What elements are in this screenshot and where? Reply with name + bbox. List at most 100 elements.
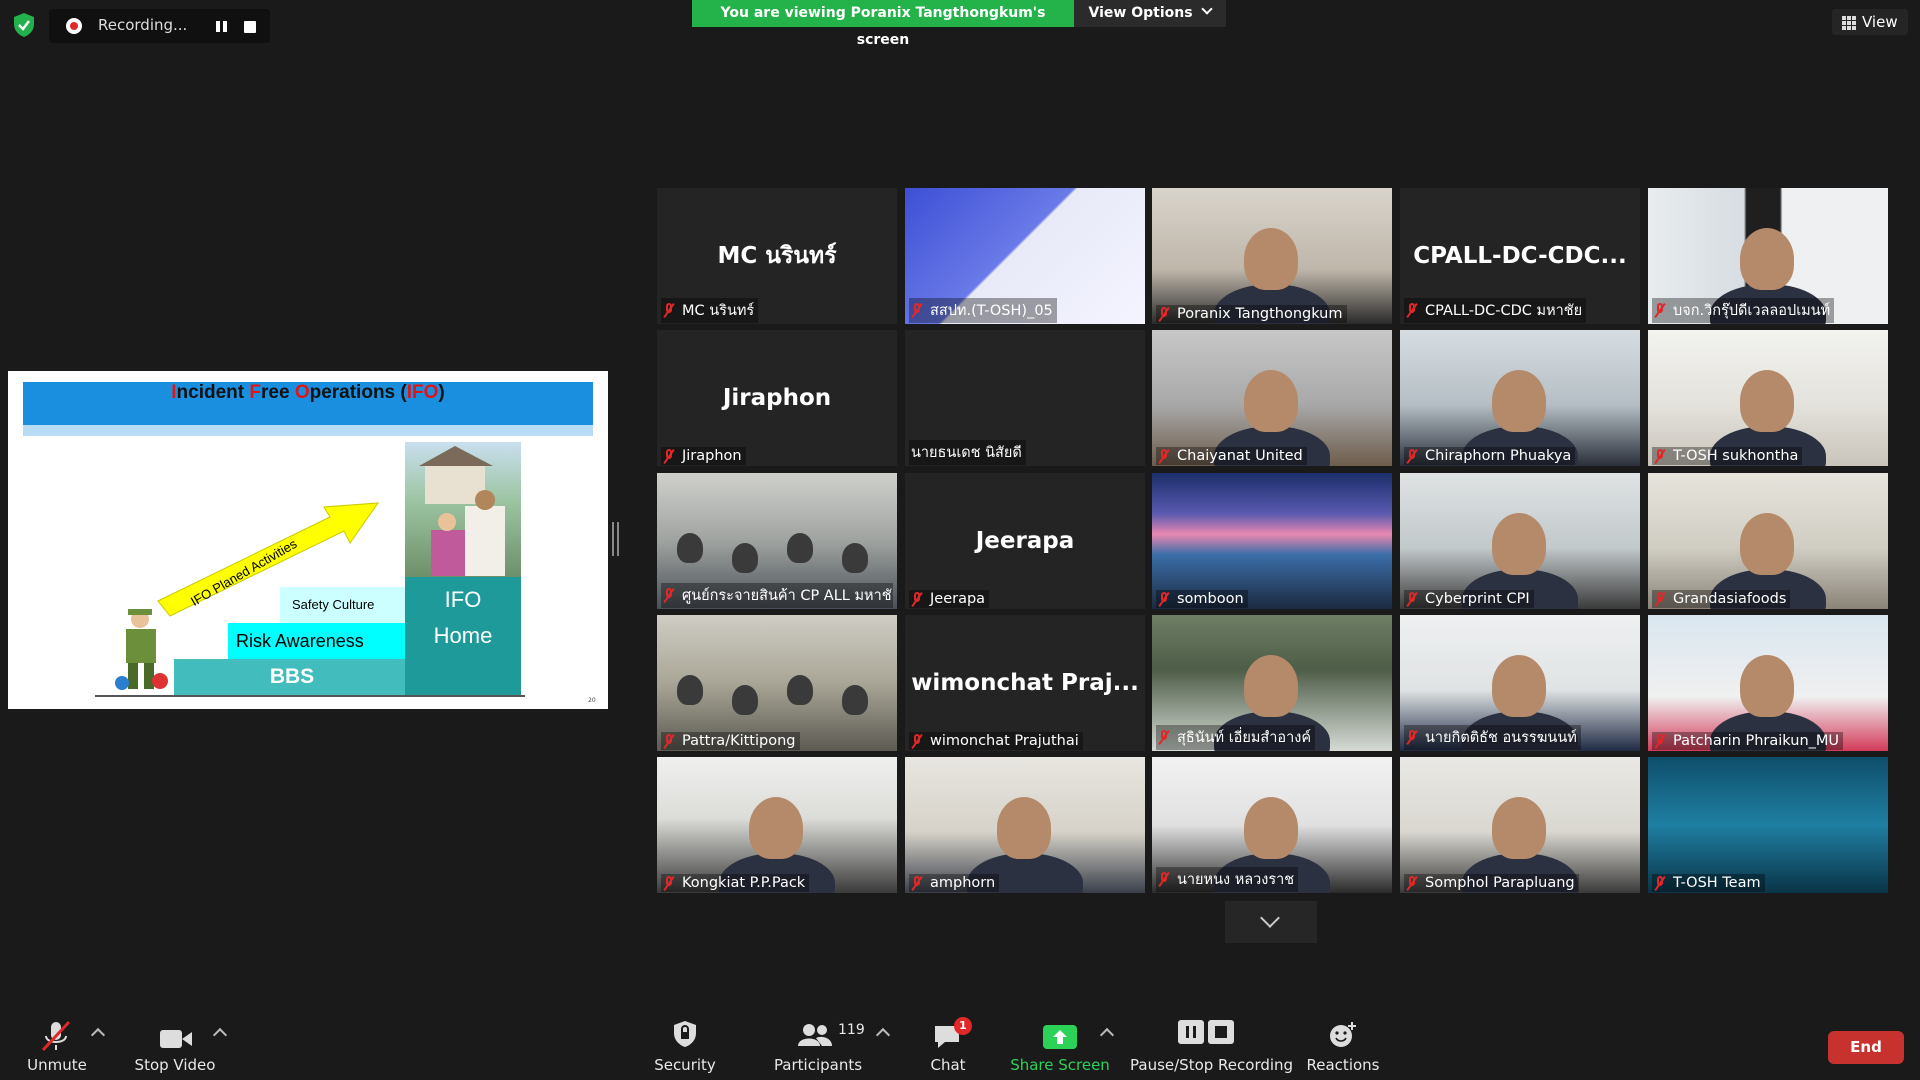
- participant-tile[interactable]: นายกิตติธัช อนรรฆนนท์: [1400, 615, 1640, 751]
- participant-name: wimonchat Prajuthai: [930, 733, 1079, 749]
- unmute-button[interactable]: Unmute: [22, 1014, 92, 1080]
- participant-name-tag: T-OSH Team: [1652, 874, 1765, 892]
- participant-video: [1648, 757, 1888, 893]
- muted-microphone-icon: [1158, 730, 1170, 745]
- participant-silhouette: [732, 543, 758, 573]
- participant-video: [1648, 473, 1888, 609]
- muted-microphone-icon: [1158, 872, 1170, 887]
- participant-tile[interactable]: Somphol Parapluang: [1400, 757, 1640, 893]
- reactions-button[interactable]: Reactions: [1306, 1014, 1380, 1080]
- participant-name: นายกิตติธัช อนรรฆนนท์: [1425, 730, 1577, 746]
- participant-name: ศูนย์กระจายสินค้า CP ALL มหาชัย: [682, 588, 893, 604]
- participant-name-tag: บจก.วิกรุ๊ปดีเวลลอปเมนท์: [1652, 298, 1835, 323]
- participant-tile[interactable]: สสปท.(T-OSH)_05: [905, 188, 1145, 324]
- participant-name-tag: Patcharin Phraikun_MU: [1652, 732, 1844, 750]
- muted-microphone-icon: [1158, 591, 1170, 607]
- video-camera-icon: [160, 1030, 192, 1048]
- muted-microphone-icon: [663, 303, 675, 318]
- participant-tile[interactable]: Poranix Tangthongkum: [1152, 188, 1392, 324]
- recording-label: Recording...: [98, 16, 188, 34]
- participant-video: [1152, 330, 1392, 466]
- muted-microphone-icon: [1406, 730, 1418, 745]
- participant-name-tag: Chaiyanat United: [1156, 447, 1307, 465]
- pause-recording-icon[interactable]: [216, 20, 230, 34]
- participant-name: Jeerapa: [930, 591, 986, 607]
- participants-label: Participants: [773, 1056, 863, 1074]
- muted-microphone-icon: [663, 733, 675, 749]
- security-button[interactable]: Security: [650, 1014, 720, 1080]
- participant-tile[interactable]: amphorn: [905, 757, 1145, 893]
- reactions-label: Reactions: [1306, 1056, 1380, 1074]
- recording-dot-icon: [66, 18, 82, 34]
- participant-name: CPALL-DC-CDC มหาชัย: [1425, 303, 1583, 319]
- participant-name: Grandasiafoods: [1673, 591, 1787, 607]
- view-button[interactable]: View: [1832, 9, 1908, 35]
- pause-stop-recording-label: Pause/Stop Recording: [1130, 1056, 1294, 1074]
- share-screen-button[interactable]: Share Screen: [1010, 1014, 1110, 1080]
- end-meeting-button[interactable]: End: [1828, 1031, 1904, 1064]
- participant-name-tag: นายหนง หลวงราช: [1156, 867, 1299, 892]
- participant-display-name: Jiraphon: [722, 385, 832, 411]
- participant-name: นายหนง หลวงราช: [1177, 872, 1295, 888]
- participant-name-tag: T-OSH sukhontha: [1652, 447, 1803, 465]
- audio-options-caret[interactable]: [90, 1027, 106, 1043]
- viewing-screen-banner: You are viewing Poranix Tangthongkum's s…: [692, 0, 1074, 48]
- splitter-handle[interactable]: [612, 522, 619, 556]
- participant-tile[interactable]: ศูนย์กระจายสินค้า CP ALL มหาชัย: [657, 473, 897, 609]
- participant-tile[interactable]: MC นรินทร์ MC นรินทร์: [657, 188, 897, 324]
- chevron-down-icon: [1260, 908, 1280, 928]
- participant-tile[interactable]: นายหนง หลวงราช: [1152, 757, 1392, 893]
- participant-tile[interactable]: CPALL-DC-CDC... CPALL-DC-CDC มหาชัย: [1400, 188, 1640, 324]
- security-label: Security: [654, 1056, 716, 1074]
- stop-recording-icon[interactable]: [244, 21, 256, 33]
- participant-count: 119: [838, 1022, 865, 1038]
- participant-tile[interactable]: Chiraphorn Phuakya: [1400, 330, 1640, 466]
- view-options-button[interactable]: View Options: [1074, 0, 1226, 27]
- muted-microphone-icon: [1406, 591, 1418, 607]
- step-risk-awareness: Risk Awareness: [228, 623, 410, 659]
- participant-tile[interactable]: Grandasiafoods: [1648, 473, 1888, 609]
- participants-button[interactable]: 119 Participants: [770, 1014, 866, 1080]
- participant-name-tag: สุธินันท์ เอี่ยมสำอางค์: [1156, 725, 1316, 750]
- participant-name: T-OSH sukhontha: [1673, 448, 1799, 464]
- share-screen-arrow-icon: [1043, 1025, 1077, 1049]
- recording-indicator: Recording...: [49, 9, 270, 43]
- participant-name: Chaiyanat United: [1177, 448, 1303, 464]
- participant-tile[interactable]: Pattra/Kittipong: [657, 615, 897, 751]
- participant-silhouette: [1492, 513, 1546, 575]
- pause-stop-recording-button[interactable]: Pause/Stop Recording: [1130, 1014, 1294, 1080]
- security-shield-icon[interactable]: [12, 12, 36, 38]
- participant-name-tag: ศูนย์กระจายสินค้า CP ALL มหาชัย: [661, 583, 893, 608]
- muted-microphone-icon: [663, 588, 675, 603]
- participant-name-tag: นายธนเดช นิสัยดี: [909, 440, 1026, 465]
- next-page-button[interactable]: [1225, 901, 1317, 943]
- home-label: Home: [433, 623, 493, 648]
- participant-silhouette: [1492, 370, 1546, 432]
- participant-tile[interactable]: นายธนเดช นิสัยดี: [905, 330, 1145, 466]
- muted-microphone-icon: [1654, 303, 1666, 318]
- participant-tile[interactable]: สุธินันท์ เอี่ยมสำอางค์: [1152, 615, 1392, 751]
- participant-tile[interactable]: Patcharin Phraikun_MU: [1648, 615, 1888, 751]
- participant-tile[interactable]: Kongkiat P.P.Pack: [657, 757, 897, 893]
- participant-tile[interactable]: Chaiyanat United: [1152, 330, 1392, 466]
- stop-video-button[interactable]: Stop Video: [130, 1014, 220, 1080]
- participant-video: [905, 757, 1145, 893]
- participant-tile[interactable]: T-OSH sukhontha: [1648, 330, 1888, 466]
- muted-microphone-icon: [911, 303, 923, 318]
- participant-tile[interactable]: wimonchat Praj... wimonchat Prajuthai: [905, 615, 1145, 751]
- participant-name: สุธินันท์ เอี่ยมสำอางค์: [1177, 730, 1312, 746]
- participant-silhouette: [997, 797, 1051, 859]
- participant-name: Chiraphorn Phuakya: [1425, 448, 1572, 464]
- participant-tile[interactable]: Jiraphon Jiraphon: [657, 330, 897, 466]
- participant-tile[interactable]: บจก.วิกรุ๊ปดีเวลลอปเมนท์: [1648, 188, 1888, 324]
- participant-video: [1400, 330, 1640, 466]
- participant-tile[interactable]: Jeerapa Jeerapa: [905, 473, 1145, 609]
- participant-tile[interactable]: somboon: [1152, 473, 1392, 609]
- muted-microphone-icon: [1654, 875, 1666, 891]
- chat-button[interactable]: 1 Chat: [920, 1014, 976, 1080]
- participant-tile[interactable]: Cyberprint CPI: [1400, 473, 1640, 609]
- participant-name-tag: CPALL-DC-CDC มหาชัย: [1404, 298, 1587, 323]
- participants-options-caret[interactable]: [875, 1027, 891, 1043]
- participant-name: สสปท.(T-OSH)_05: [930, 303, 1053, 319]
- participant-tile[interactable]: T-OSH Team: [1648, 757, 1888, 893]
